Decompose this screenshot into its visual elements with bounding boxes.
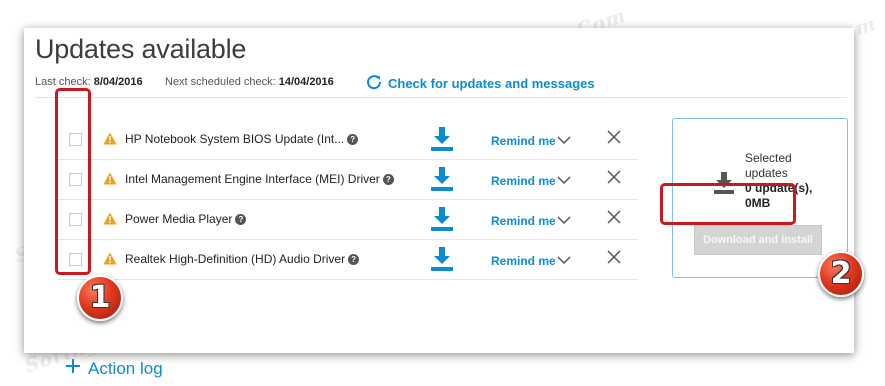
update-name: Intel Management Engine Interface (MEI) … — [125, 172, 394, 186]
remind-me-link[interactable]: Remind me — [491, 134, 556, 148]
close-icon[interactable] — [607, 250, 621, 269]
download-icon[interactable] — [430, 166, 454, 197]
next-check-label: Next scheduled check: — [165, 76, 276, 88]
last-check: Last check: 8/04/2016 — [35, 76, 143, 88]
callout-badge-2: 2 — [818, 251, 864, 297]
download-install-button[interactable]: Download and install — [694, 225, 822, 255]
close-icon[interactable] — [607, 130, 621, 149]
check-updates-link[interactable]: Check for updates and messages — [366, 74, 595, 93]
warning-icon — [103, 252, 117, 270]
next-check: Next scheduled check: 14/04/2016 — [165, 76, 334, 88]
action-log-label: Action log — [88, 358, 163, 378]
warning-icon — [103, 172, 117, 190]
last-check-value: 8/04/2016 — [93, 76, 143, 88]
update-name: HP Notebook System BIOS Update (Int...? — [125, 132, 359, 146]
callout-badge-1: 1 — [77, 275, 123, 321]
update-row: Realtek High-Definition (HD) Audio Drive… — [58, 240, 638, 280]
highlight-checkboxes — [55, 88, 91, 275]
chevron-down-icon[interactable] — [557, 132, 571, 150]
updates-label: updates — [745, 166, 788, 180]
header-divider — [35, 97, 847, 98]
download-icon[interactable] — [430, 246, 454, 277]
selected-label: Selected — [745, 151, 792, 165]
download-icon[interactable] — [430, 206, 454, 237]
chevron-down-icon[interactable] — [557, 252, 571, 270]
update-name: Realtek High-Definition (HD) Audio Drive… — [125, 252, 360, 266]
close-icon[interactable] — [607, 170, 621, 189]
update-row: HP Notebook System BIOS Update (Int...? … — [58, 120, 638, 160]
action-log-link[interactable]: Action log — [65, 358, 163, 379]
highlight-install-button — [660, 183, 796, 225]
remind-me-link[interactable]: Remind me — [491, 174, 556, 188]
next-check-value: 14/04/2016 — [278, 76, 334, 88]
update-row: Intel Management Engine Interface (MEI) … — [58, 160, 638, 200]
last-check-label: Last check: — [35, 76, 91, 88]
help-icon[interactable]: ? — [235, 214, 247, 225]
refresh-icon — [366, 74, 382, 93]
close-icon[interactable] — [607, 210, 621, 229]
chevron-down-icon[interactable] — [557, 212, 571, 230]
help-icon[interactable]: ? — [382, 174, 394, 185]
remind-me-link[interactable]: Remind me — [491, 214, 556, 228]
remind-me-link[interactable]: Remind me — [491, 254, 556, 268]
update-row: Power Media Player? Remind me — [58, 200, 638, 240]
check-updates-label: Check for updates and messages — [388, 76, 595, 91]
warning-icon — [103, 132, 117, 150]
help-icon[interactable]: ? — [348, 254, 360, 265]
page-title: Updates available — [35, 34, 247, 64]
plus-icon — [65, 358, 81, 379]
row-divider — [58, 279, 638, 280]
warning-icon — [103, 212, 117, 230]
update-name: Power Media Player? — [125, 212, 247, 226]
help-icon[interactable]: ? — [347, 134, 359, 145]
download-icon[interactable] — [430, 126, 454, 157]
chevron-down-icon[interactable] — [557, 172, 571, 190]
